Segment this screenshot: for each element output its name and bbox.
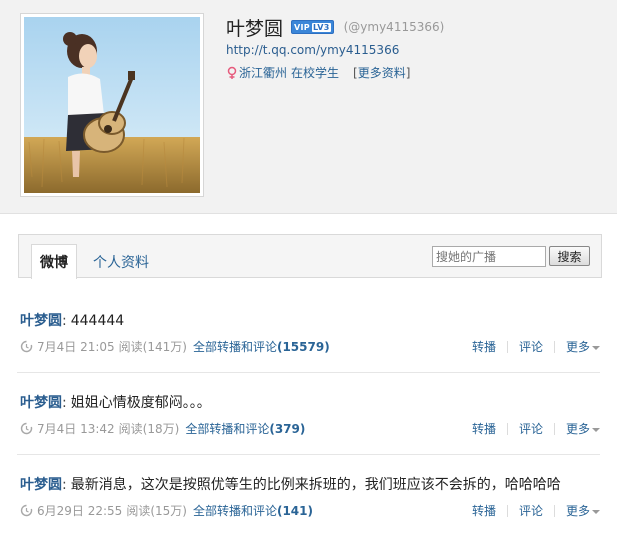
clock-icon xyxy=(20,422,33,435)
post-divider xyxy=(17,372,600,373)
post-meta: 6月29日 22:55 阅读(15万) 全部转播和评论(141) xyxy=(20,502,313,519)
caret-down-icon xyxy=(592,427,600,432)
comment-button[interactable]: 评论 xyxy=(519,420,543,437)
post-divider xyxy=(17,454,600,455)
more-button[interactable]: 更多 xyxy=(566,338,600,355)
divider xyxy=(553,340,555,353)
post-text: 最新消息，这次是按照优等生的比例来拆班的，我们班应该不会拆的，哈哈哈哈 xyxy=(70,477,561,493)
post-content: 叶梦圆: 444444 xyxy=(20,310,124,330)
post-actions: 转播 评论 更多 xyxy=(472,420,600,437)
post-colon: : xyxy=(62,313,67,329)
post-colon: : xyxy=(62,477,67,493)
post-date[interactable]: 6月29日 22:55 xyxy=(37,502,122,519)
post-content: 叶梦圆: 姐姐心情极度郁闷。。。 xyxy=(20,392,211,412)
name-row: 叶梦圆 VIP LV3 (@ymy4115366) xyxy=(226,14,444,40)
vip-level-text: LV3 xyxy=(311,22,331,32)
search-button[interactable]: 搜索 xyxy=(549,246,590,266)
post-text: 444444 xyxy=(70,313,125,329)
tab-weibo[interactable]: 微博 xyxy=(31,244,77,279)
avatar-frame[interactable] xyxy=(20,13,204,197)
clock-icon xyxy=(20,504,33,517)
repost-button[interactable]: 转播 xyxy=(472,502,496,519)
all-reposts-comments-link[interactable]: 全部转播和评论(379) xyxy=(185,420,305,437)
post-author[interactable]: 叶梦圆 xyxy=(20,477,62,493)
post-actions: 转播 评论 更多 xyxy=(472,338,600,355)
profile-handle: (@ymy4115366) xyxy=(343,20,445,34)
repost-button[interactable]: 转播 xyxy=(472,338,496,355)
caret-down-icon xyxy=(592,509,600,514)
post-author[interactable]: 叶梦圆 xyxy=(20,313,62,329)
more-button[interactable]: 更多 xyxy=(566,420,600,437)
post-meta: 7月4日 21:05 阅读(141万) 全部转播和评论(15579) xyxy=(20,338,330,355)
location-row: 浙江衢州 在校学生 [更多资料] xyxy=(226,64,410,81)
homepage-link[interactable]: http://t.qq.com/ymy4115366 xyxy=(226,43,399,57)
all-count: (141) xyxy=(276,504,313,518)
post-meta: 7月4日 13:42 阅读(18万) 全部转播和评论(379) xyxy=(20,420,305,437)
avatar[interactable] xyxy=(24,17,200,193)
post-colon: : xyxy=(62,395,67,411)
tab-bar: 微博 个人资料 搜索 xyxy=(18,234,602,279)
divider xyxy=(506,504,508,517)
more-label: 更多 xyxy=(565,422,590,436)
post-reads: 阅读(141万) xyxy=(118,340,187,354)
caret-down-icon xyxy=(592,345,600,350)
all-reposts-comments-link[interactable]: 全部转播和评论(141) xyxy=(193,502,313,519)
divider xyxy=(506,422,508,435)
all-count: (15579) xyxy=(276,340,330,354)
post-date[interactable]: 7月4日 21:05 xyxy=(37,338,115,355)
female-icon xyxy=(227,66,237,79)
clock-icon xyxy=(20,340,33,353)
profile-header: 叶梦圆 VIP LV3 (@ymy4115366) http://t.qq.com… xyxy=(0,0,617,214)
comment-button[interactable]: 评论 xyxy=(519,502,543,519)
repost-button[interactable]: 转播 xyxy=(472,420,496,437)
all-label: 全部转播和评论 xyxy=(192,504,277,518)
divider xyxy=(553,422,555,435)
avatar-photo xyxy=(24,17,200,193)
more-label: 更多 xyxy=(565,504,590,518)
vip-badge-icon[interactable]: VIP LV3 xyxy=(291,20,334,34)
post-actions: 转播 评论 更多 xyxy=(472,502,600,519)
search-input[interactable] xyxy=(432,246,546,267)
more-info-wrapper: [更多资料] xyxy=(353,64,410,81)
all-reposts-comments-link[interactable]: 全部转播和评论(15579) xyxy=(193,338,330,355)
location-link[interactable]: 浙江衢州 xyxy=(239,64,287,81)
more-info-link[interactable]: 更多资料 xyxy=(358,66,406,80)
divider xyxy=(506,340,508,353)
post-content: 叶梦圆: 最新消息，这次是按照优等生的比例来拆班的，我们班应该不会拆的，哈哈哈哈 xyxy=(20,474,561,494)
divider xyxy=(553,504,555,517)
more-button[interactable]: 更多 xyxy=(566,502,600,519)
tab-profile[interactable]: 个人资料 xyxy=(93,252,149,272)
post-text: 姐姐心情极度郁闷。。。 xyxy=(70,395,211,411)
post-date[interactable]: 7月4日 13:42 xyxy=(37,420,115,437)
vip-badge-text: VIP xyxy=(294,22,310,32)
all-label: 全部转播和评论 xyxy=(185,422,270,436)
all-label: 全部转播和评论 xyxy=(192,340,277,354)
status-link[interactable]: 在校学生 xyxy=(291,64,339,81)
more-info-close-bracket: ] xyxy=(405,66,411,80)
post-reads: 阅读(15万) xyxy=(126,504,187,518)
more-label: 更多 xyxy=(565,340,590,354)
comment-button[interactable]: 评论 xyxy=(519,338,543,355)
all-count: (379) xyxy=(269,422,306,436)
post-reads: 阅读(18万) xyxy=(118,422,180,436)
post-author[interactable]: 叶梦圆 xyxy=(20,395,62,411)
profile-name: 叶梦圆 xyxy=(226,17,284,40)
